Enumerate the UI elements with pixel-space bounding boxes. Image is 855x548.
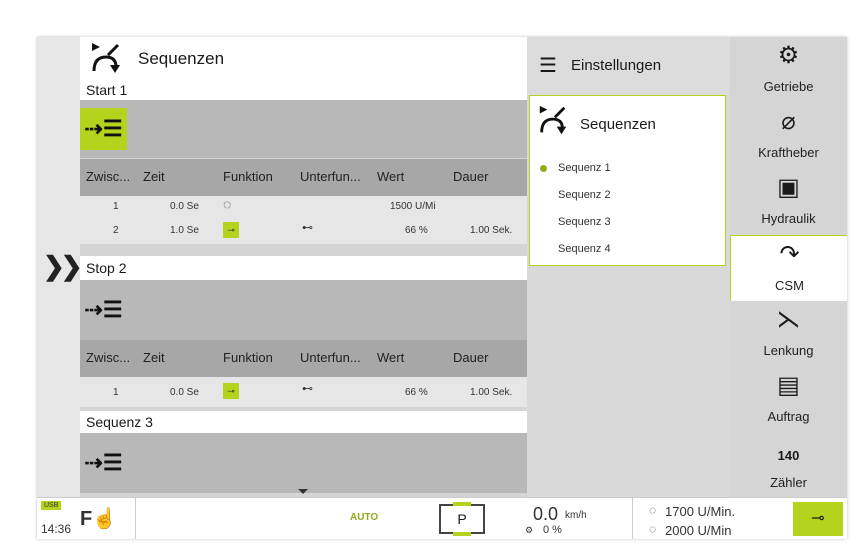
clock: 14:36 [41, 522, 72, 536]
middle-panel: ☰ Einstellungen Sequenzen Sequenz 1 Sequ… [527, 37, 730, 497]
nav-csm[interactable]: ↷ CSM [730, 235, 847, 303]
usb-badge: USB [41, 501, 62, 510]
sequence-bar-sequenz3[interactable]: ⇢☰ [80, 433, 527, 493]
hydraulic-valve-icon: ⊸ [223, 222, 239, 238]
nav-zaehler[interactable]: 140 Zähler [730, 433, 847, 498]
auto-badge: AUTO [350, 512, 379, 523]
sequence-item-1[interactable]: Sequenz 1 [558, 162, 611, 174]
machine-terminal-screen: ❯❯ Sequenzen Start 1 ⇢☰ Zwisc... Zeit Fu… [37, 37, 847, 539]
panel-header: Sequenzen [80, 37, 527, 81]
hitch-icon: ⌀ [781, 108, 796, 135]
column-header-row: Zwisc... Zeit Funktion Unterfun... Wert … [80, 159, 527, 196]
column-zeit: Zeit [143, 169, 165, 184]
column-zwischen: Zwisc... [86, 169, 131, 184]
nav-kraftheber[interactable]: ⌀ Kraftheber [730, 103, 847, 170]
right-navigation: ⚙ Getriebe ⌀ Kraftheber ▣ Hydraulik ↷ CS… [730, 37, 847, 498]
column-header-row: Zwisc... Zeit Funktion Unterfun... Wert … [80, 340, 527, 377]
sequence-item-3[interactable]: Sequenz 3 [558, 216, 611, 228]
sequence-list-icon[interactable]: ⇢☰ [80, 289, 127, 331]
settings-label: Einstellungen [571, 57, 662, 74]
engine-icon: ◌ [223, 196, 232, 212]
popup-title: Sequenzen [580, 116, 656, 133]
table-row[interactable]: 2 1.0 Se ⊸ ⊷ 66 % 1.00 Sek. [80, 216, 527, 244]
sequence-list-panel: Sequenzen Start 1 ⇢☰ Zwisc... Zeit Funkt… [80, 37, 527, 497]
wheel-slip-icon: ⚙ [525, 525, 534, 535]
section-label-start[interactable]: Start 1 [80, 81, 527, 100]
table-row[interactable]: 1 0.0 Se ⊸ ⊷ 66 % 1.00 Sek. [80, 377, 527, 407]
f-key-hand-icon[interactable]: F☝ [80, 506, 117, 531]
page-title: Sequenzen [138, 49, 225, 68]
rpm-target: 2000 U/Min [665, 523, 732, 538]
scroll-down-indicator[interactable] [298, 489, 308, 494]
nav-lenkung[interactable]: ⋋ Lenkung [730, 301, 847, 368]
column-unterfunktion: Unterfun... [300, 169, 361, 184]
settings-list-icon: ☰ [539, 55, 557, 77]
section-label-stop[interactable]: Stop 2 [80, 256, 527, 280]
sequence-bar-start[interactable]: ⇢☰ [80, 100, 527, 158]
settings-button[interactable]: ☰ Einstellungen [527, 37, 730, 95]
rpm-actual: 1700 U/Min. [665, 504, 736, 519]
sequence-bar-stop[interactable]: ⇢☰ [80, 280, 527, 340]
valve-sub-icon: ⊷ [302, 383, 313, 395]
table-row[interactable]: 1 0.0 Se ◌ 1500 U/Mi [80, 196, 527, 216]
speed-unit: km/h [565, 510, 587, 521]
gear-indicator: P [439, 502, 485, 536]
sequence-item-2[interactable]: Sequenz 2 [558, 189, 611, 201]
sequence-icon [92, 43, 120, 73]
hydraulic-icon: ▣ [777, 174, 800, 201]
column-funktion: Funktion [223, 169, 273, 184]
column-wert: Wert [377, 169, 405, 184]
speed-value: 0.0 [533, 504, 559, 524]
hydraulic-valve-icon: ⊸ [223, 383, 239, 399]
nav-getriebe[interactable]: ⚙ Getriebe [730, 37, 847, 104]
sequence-list-icon[interactable]: ⇢☰ [80, 108, 127, 150]
rpm-target-icon: ◌ [649, 522, 657, 536]
counter-icon: 140 [777, 448, 800, 463]
gear-icon: ⚙ [777, 42, 800, 69]
section-label-sequenz3[interactable]: Sequenz 3 [80, 411, 527, 433]
nav-auftrag[interactable]: ▤ Auftrag [730, 367, 847, 434]
sequence-icon [539, 105, 567, 135]
clipboard-icon: ▤ [777, 372, 800, 399]
sequence-item-4[interactable]: Sequenz 4 [558, 243, 611, 255]
sequence-popup: Sequenzen Sequenz 1 Sequenz 2 Sequenz 3 … [529, 95, 726, 266]
csm-icon: ↷ [779, 241, 800, 268]
selected-dot-icon [540, 165, 547, 172]
steering-icon: ⋋ [776, 306, 801, 333]
nav-hydraulik[interactable]: ▣ Hydraulik [730, 169, 847, 236]
slip-value: 0 % [543, 524, 562, 536]
rpm-engine-icon: ◌ [649, 503, 657, 517]
left-collapse-strip[interactable]: ❯❯ [37, 37, 83, 497]
valve-sub-icon: ⊷ [302, 222, 313, 234]
active-valve-button[interactable]: ⊸ [793, 502, 843, 536]
status-bar: USB 14:36 F☝ AUTO P 0.0 km/h ⚙ 0 % ◌ 170… [37, 497, 847, 539]
column-dauer: Dauer [453, 169, 489, 184]
sequence-list-icon[interactable]: ⇢☰ [80, 442, 127, 484]
expand-chevron-icon[interactable]: ❯❯ [43, 251, 83, 282]
